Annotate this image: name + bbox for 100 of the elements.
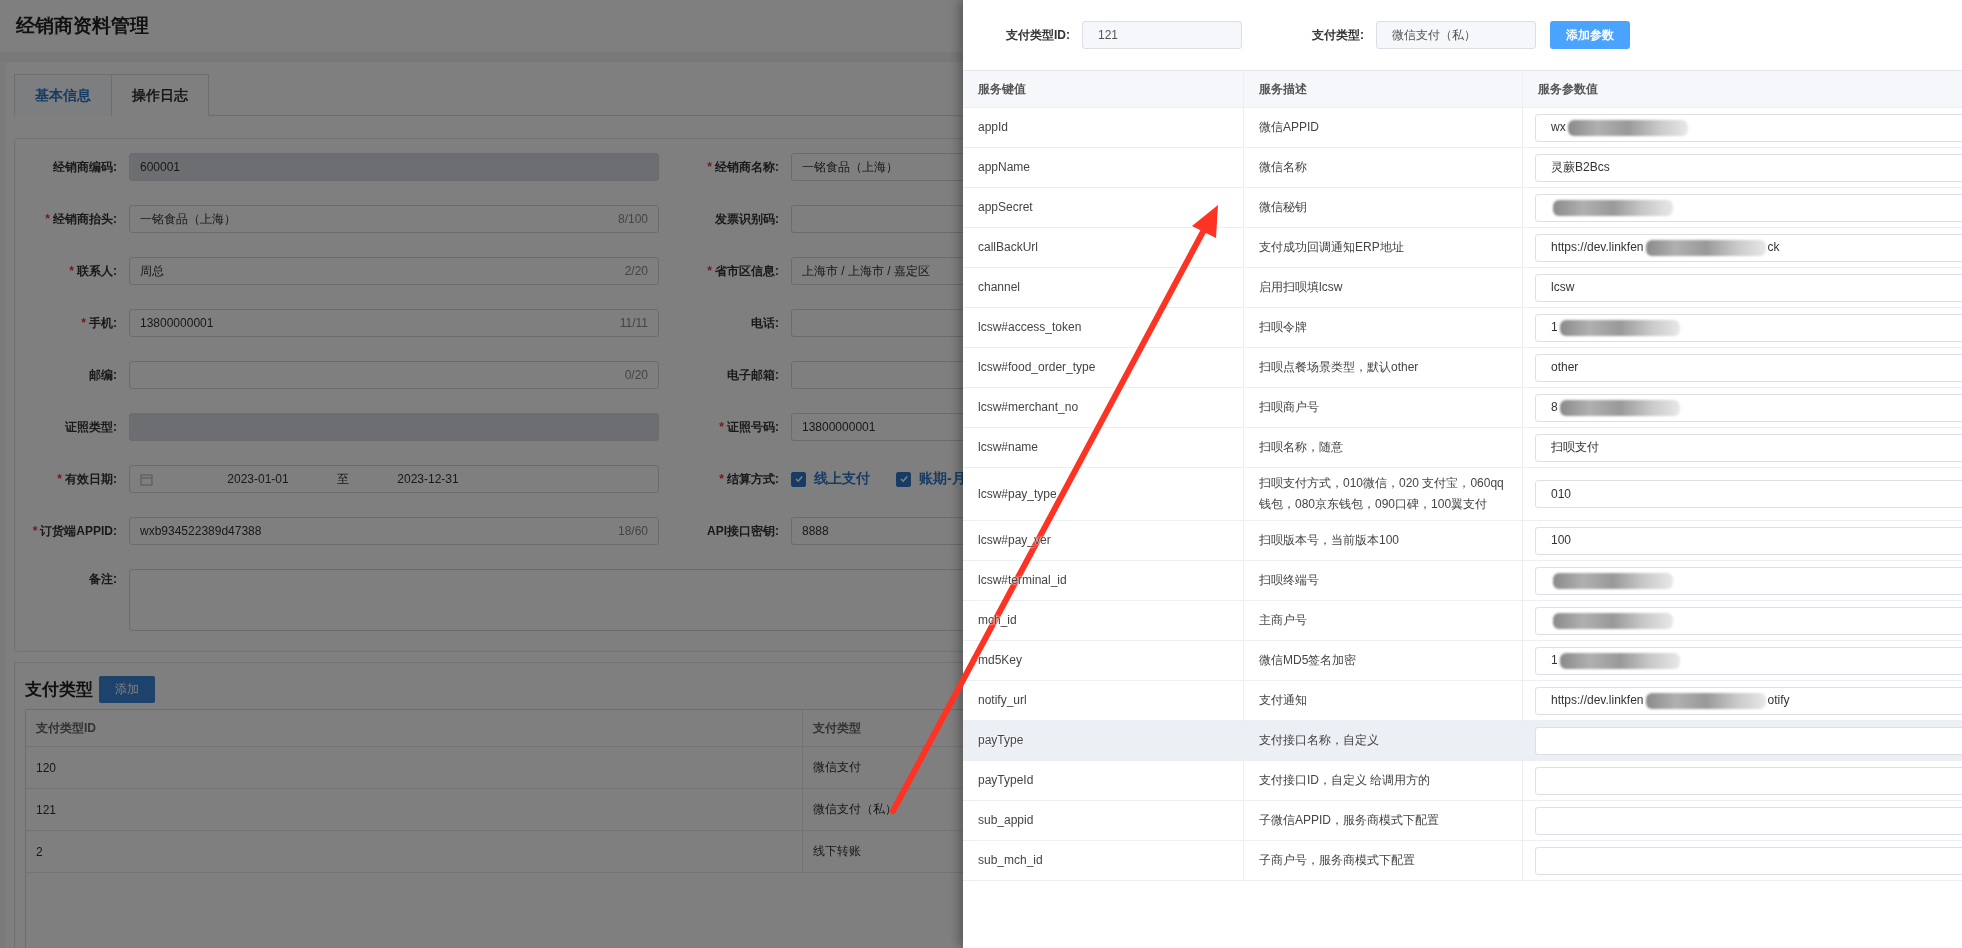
input-field[interactable]: 一铭食品（上海） 8/100 xyxy=(129,205,659,233)
input-field[interactable] xyxy=(1535,606,1962,635)
table-cell-text: channel xyxy=(977,279,1022,296)
field-value: 扫呗支付 xyxy=(1551,439,1599,456)
field-value: 1 xyxy=(1551,319,1558,336)
field-value: 121 xyxy=(1098,28,1119,42)
table-cell: 微信APPID xyxy=(1243,108,1522,147)
input-field[interactable] xyxy=(1535,766,1962,795)
field-value: lcsw xyxy=(1551,279,1575,296)
input-field[interactable]: 一铭食品（上海） xyxy=(791,153,963,181)
field-label: 支付类型: xyxy=(1312,26,1364,44)
table-cell-text: 2 xyxy=(35,844,44,859)
field-value: 8 xyxy=(1551,399,1558,416)
add-parameter-button[interactable]: 添加参数 xyxy=(1550,21,1630,49)
input-field[interactable]: lcsw xyxy=(1535,273,1962,302)
tab[interactable]: 操作日志 xyxy=(112,74,209,116)
field-value: https://dev.linkfen xyxy=(1551,239,1644,256)
date-range-field[interactable]: 2023-01-01 至 2023-12-31 xyxy=(129,465,659,493)
field-value: 100 xyxy=(1551,532,1572,549)
remark-textarea[interactable] xyxy=(129,569,963,631)
input-field[interactable]: 1 xyxy=(1535,313,1962,342)
table-cell-text: appName xyxy=(977,159,1032,176)
char-count: 18/60 xyxy=(617,524,648,538)
table-cell: 支付接口ID，自定义 给调用方的 xyxy=(1243,761,1522,800)
table-cell-text: callBackUrl xyxy=(977,239,1039,256)
tab[interactable]: 基本信息 xyxy=(14,74,112,116)
field-label: * 订货端APPID: xyxy=(31,522,118,540)
field-value: 灵蕨B2Bcs xyxy=(1551,159,1610,176)
input-field[interactable] xyxy=(1535,566,1962,595)
end-date: 2023-12-31 xyxy=(396,472,460,486)
field-label: * 手机: xyxy=(80,314,118,332)
input-field[interactable]: 8 xyxy=(1535,393,1962,422)
field-label: 邮编: xyxy=(88,366,118,384)
checkmark-icon xyxy=(793,474,804,484)
column-header: 服务描述 xyxy=(1243,71,1522,107)
input-field[interactable] xyxy=(1535,193,1962,222)
field-label: * 经销商抬头: xyxy=(44,210,118,228)
char-count: 0/20 xyxy=(624,368,648,382)
table-cell-text: lcsw#food_order_type xyxy=(977,359,1097,376)
field-value: 上海市 / 上海市 / 嘉定区 xyxy=(802,262,931,280)
input-field[interactable]: 上海市 / 上海市 / 嘉定区 xyxy=(791,257,963,285)
table-cell: 微信秘钥 xyxy=(1243,188,1522,227)
table-cell-text: 120 xyxy=(35,760,58,775)
char-count: 2/20 xyxy=(624,264,648,278)
field-label: 电话: xyxy=(750,314,780,332)
field-label: * 经销商名称: xyxy=(706,158,780,176)
input-field[interactable]: wxb934522389d47388 18/60 xyxy=(129,517,659,545)
char-count: 8/100 xyxy=(617,212,648,226)
table-cell: 支付成功回调通知ERP地址 xyxy=(1243,228,1522,267)
field-value: 一铭食品（上海） xyxy=(802,158,899,176)
table-cell: 支付接口名称，自定义 xyxy=(1243,721,1522,760)
field-value: 13800000001 xyxy=(802,420,877,434)
input-field[interactable]: 扫呗支付 xyxy=(1535,433,1962,462)
table-cell: 扫呗令牌 xyxy=(1243,308,1522,347)
table-cell: 扫呗终端号 xyxy=(1243,561,1522,600)
table-cell-text: md5Key xyxy=(977,652,1024,669)
field-label: 电子邮箱: xyxy=(726,366,780,384)
page-title: 经销商资料管理 xyxy=(16,14,149,38)
input-field[interactable] xyxy=(1535,806,1962,835)
input-field[interactable]: 灵蕨B2Bcs xyxy=(1535,153,1962,182)
input-field[interactable]: 周总 2/20 xyxy=(129,257,659,285)
input-field[interactable] xyxy=(1535,846,1962,875)
input-field[interactable]: 121 xyxy=(1082,21,1242,49)
field-value: other xyxy=(1551,359,1579,376)
input-field[interactable]: 13800000001 11/11 xyxy=(129,309,659,337)
table-cell: 扫呗支付方式，010微信，020 支付宝，060qq钱包，080京东钱包，090口碑，100翼支付 xyxy=(1243,468,1522,520)
input-field[interactable]: 微信支付（私） xyxy=(1376,21,1536,49)
input-field[interactable] xyxy=(1535,726,1962,755)
table-cell-text: lcsw#pay_type xyxy=(977,485,1058,503)
input-field[interactable]: https://dev.linkfen otify xyxy=(1535,686,1962,715)
field-value: https://dev.linkfen xyxy=(1551,692,1644,709)
checkbox[interactable] xyxy=(791,471,806,487)
table-cell-text: 121 xyxy=(35,802,58,817)
input-field[interactable]: 010 xyxy=(1535,480,1962,508)
checkmark-icon xyxy=(898,474,909,484)
table-cell: 微信名称 xyxy=(1243,148,1522,187)
input-field[interactable]: 0/20 xyxy=(129,361,659,389)
input-field[interactable]: 13800000001 xyxy=(791,413,963,441)
add-button[interactable]: 添加 xyxy=(99,675,155,703)
field-value: 8888 xyxy=(802,524,830,538)
field-label: 备注: xyxy=(88,571,118,588)
field-label: * 省市区信息: xyxy=(706,262,780,280)
checkbox-label: 账期-月 xyxy=(919,470,963,488)
table-cell-text: appSecret xyxy=(977,199,1034,216)
input-field[interactable]: 100 xyxy=(1535,526,1962,555)
table-cell: 启用扫呗填lcsw xyxy=(1243,268,1522,307)
field-value: 微信支付（私） xyxy=(1392,26,1476,44)
input-field[interactable]: wx xyxy=(1535,113,1962,142)
table-cell-text: notify_url xyxy=(977,692,1028,709)
column-header: 服务键值 xyxy=(977,80,1027,98)
table-cell: 主商户号 xyxy=(1243,601,1522,640)
input-field[interactable]: 1 xyxy=(1535,646,1962,675)
input-field[interactable]: 8888 xyxy=(791,517,963,545)
field-value: 600001 xyxy=(140,160,182,174)
table-cell: 扫呗商户号 xyxy=(1243,388,1522,427)
checkbox[interactable] xyxy=(896,471,911,487)
input-field[interactable]: other xyxy=(1535,353,1962,382)
section-title: 支付类型 xyxy=(25,678,93,701)
table-cell-text: lcsw#access_token xyxy=(977,319,1083,336)
input-field[interactable]: https://dev.linkfen ck xyxy=(1535,233,1962,262)
